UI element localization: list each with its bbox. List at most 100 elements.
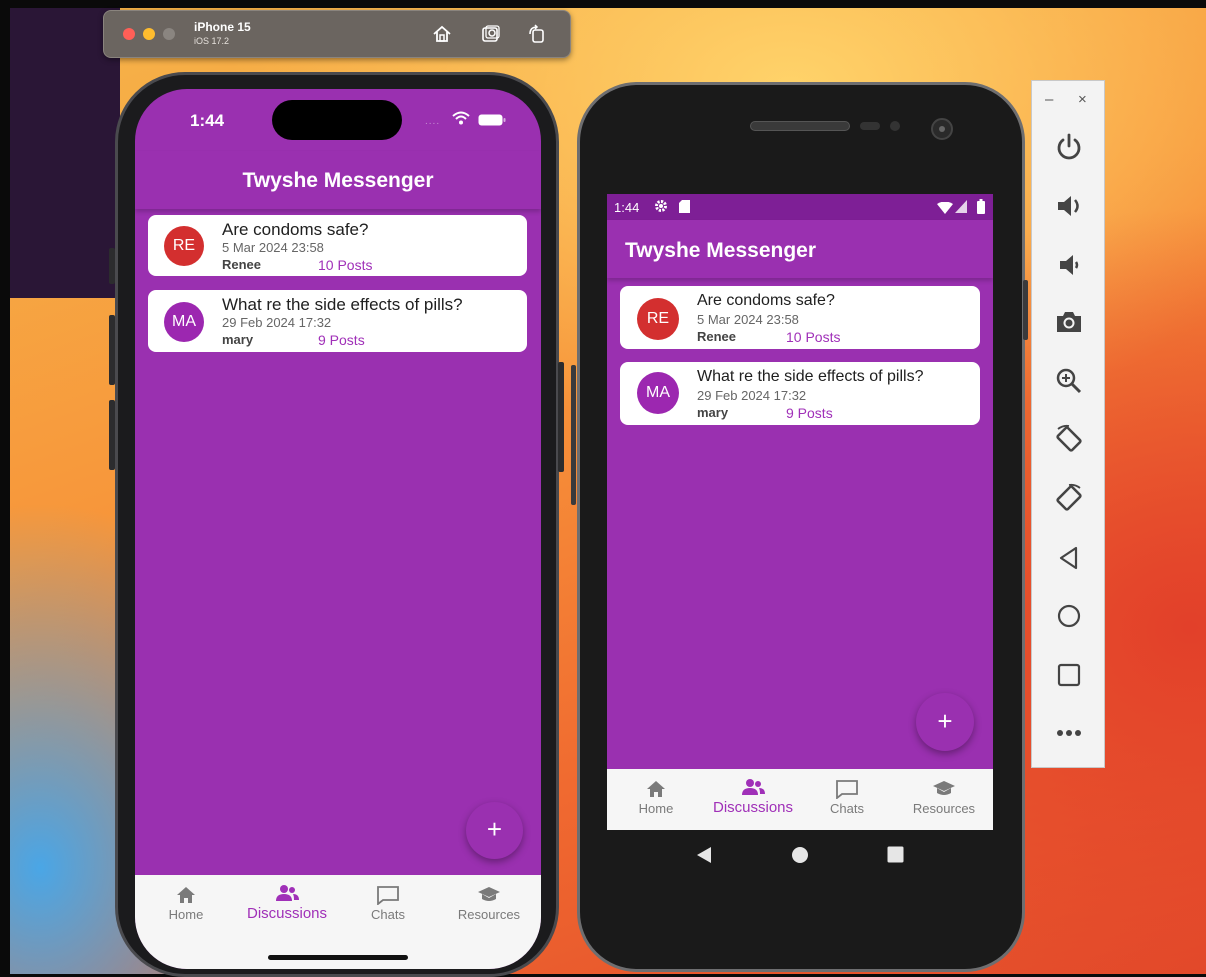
battery-icon xyxy=(478,113,506,131)
discussion-card[interactable]: RE Are condoms safe? 5 Mar 2024 23:58 Re… xyxy=(620,286,980,349)
discussion-post-count: 10 Posts xyxy=(318,257,373,273)
discussion-title: Are condoms safe? xyxy=(697,292,835,309)
people-icon xyxy=(276,885,299,901)
home-icon xyxy=(177,887,195,903)
avatar: MA xyxy=(637,372,679,414)
ios-app-screen: 1:44 .... Twyshe Messenger RE Are condom… xyxy=(135,89,541,969)
rotate-right-icon[interactable] xyxy=(1050,479,1088,517)
nav-resources-label: Resources xyxy=(457,907,521,922)
nav-chats-label: Chats xyxy=(371,907,405,922)
discussion-card[interactable]: MA What re the side effects of pills? 29… xyxy=(620,362,980,425)
discussion-card[interactable]: RE Are condoms safe? 5 Mar 2024 23:58 Re… xyxy=(148,215,527,276)
discussion-author: mary xyxy=(222,332,254,347)
rotate-left-icon[interactable] xyxy=(1050,420,1088,458)
home-icon[interactable] xyxy=(431,23,453,45)
cell-signal-icon xyxy=(955,200,967,218)
chat-bubble-icon xyxy=(836,780,858,799)
sd-card-icon xyxy=(679,200,690,218)
zoom-window-button[interactable] xyxy=(163,28,175,40)
side-power-button xyxy=(558,362,564,472)
proximity-sensor xyxy=(860,122,880,130)
app-title: Twyshe Messenger xyxy=(625,239,817,262)
battery-icon xyxy=(977,199,985,219)
new-discussion-fab[interactable]: + xyxy=(466,802,523,859)
android-status-bar: 1:44 xyxy=(607,194,993,220)
nav-discussions[interactable]: Discussions xyxy=(703,777,803,816)
new-discussion-fab[interactable]: + xyxy=(916,693,974,751)
bottom-navigation: Home Discussions Chats Resources xyxy=(135,875,541,969)
avatar: RE xyxy=(637,298,679,340)
discussion-date: 29 Feb 2024 17:32 xyxy=(697,388,807,403)
cellular-dots-icon: .... xyxy=(425,116,441,127)
nav-resources-label: Resources xyxy=(912,801,976,816)
discussion-post-count: 9 Posts xyxy=(318,332,365,348)
discussion-author: Renee xyxy=(222,257,262,272)
panel-close-button[interactable]: × xyxy=(1078,91,1087,108)
rotate-icon[interactable] xyxy=(526,23,548,45)
discussion-post-count: 10 Posts xyxy=(786,329,841,345)
nav-discussions[interactable]: Discussions xyxy=(235,883,339,922)
volume-down-side-button xyxy=(109,400,115,470)
home-circle-icon[interactable] xyxy=(1050,597,1088,635)
android-side-button xyxy=(571,365,576,505)
simulator-os-version: iOS 17.2 xyxy=(194,36,230,46)
system-home-icon[interactable] xyxy=(791,846,809,869)
simulator-device-name: iPhone 15 xyxy=(194,20,251,34)
system-back-icon[interactable] xyxy=(696,846,712,869)
app-bar: Twyshe Messenger xyxy=(135,151,541,209)
discussion-date: 5 Mar 2024 23:58 xyxy=(697,312,799,327)
discussion-title: Are condoms safe? xyxy=(222,220,369,239)
nav-home-label: Home xyxy=(168,907,204,922)
android-app-screen: 1:44 Twyshe Messenger RE Are condoms saf… xyxy=(607,194,993,830)
nav-chats[interactable]: Chats xyxy=(819,779,875,816)
chat-bubble-icon xyxy=(377,886,399,905)
volume-down-icon[interactable] xyxy=(1050,246,1088,284)
home-icon xyxy=(647,781,665,797)
status-time: 1:44 xyxy=(190,111,225,130)
zoom-in-icon[interactable] xyxy=(1050,362,1088,400)
graduation-cap-icon xyxy=(478,887,500,901)
system-overview-icon[interactable] xyxy=(887,846,904,868)
power-icon[interactable] xyxy=(1050,128,1088,166)
discussion-date: 29 Feb 2024 17:32 xyxy=(222,315,332,330)
discussion-title: What re the side effects of pills? xyxy=(222,295,463,314)
overview-icon[interactable] xyxy=(1050,656,1088,694)
emulator-control-panel: – × xyxy=(1031,80,1105,768)
more-icon[interactable] xyxy=(1050,714,1088,752)
settings-gear-icon xyxy=(654,199,668,218)
android-system-nav xyxy=(607,830,993,880)
app-title: Twyshe Messenger xyxy=(242,169,434,192)
nav-chats[interactable]: Chats xyxy=(360,885,416,922)
mute-switch xyxy=(109,248,115,284)
volume-up-icon[interactable] xyxy=(1050,187,1088,225)
screenshot-icon[interactable] xyxy=(480,23,502,45)
discussion-card[interactable]: MA What re the side effects of pills? 29… xyxy=(148,290,527,352)
minimize-window-button[interactable] xyxy=(143,28,155,40)
simulator-toolbar: iPhone 15 iOS 17.2 xyxy=(103,10,571,58)
nav-discussions-label: Discussions xyxy=(712,799,794,816)
avatar: RE xyxy=(164,226,204,266)
front-camera xyxy=(931,118,953,140)
panel-minimize-button[interactable]: – xyxy=(1045,91,1053,108)
back-icon[interactable] xyxy=(1050,539,1088,577)
android-power-button xyxy=(1023,280,1028,340)
discussion-title: What re the side effects of pills? xyxy=(697,368,924,385)
volume-up-side-button xyxy=(109,315,115,385)
light-sensor xyxy=(890,121,900,131)
nav-home-label: Home xyxy=(638,801,674,816)
discussion-author: Renee xyxy=(697,329,737,344)
app-bar: Twyshe Messenger xyxy=(607,220,993,278)
close-window-button[interactable] xyxy=(123,28,135,40)
graduation-cap-icon xyxy=(933,781,955,795)
nav-chats-label: Chats xyxy=(830,801,864,816)
nav-resources[interactable]: Resources xyxy=(908,779,980,816)
nav-resources[interactable]: Resources xyxy=(453,885,525,922)
nav-home[interactable]: Home xyxy=(156,885,216,922)
status-time: 1:44 xyxy=(614,200,640,215)
dynamic-island xyxy=(272,100,402,140)
camera-icon[interactable] xyxy=(1050,303,1088,341)
nav-home[interactable]: Home xyxy=(627,779,685,816)
home-indicator[interactable] xyxy=(268,955,408,960)
discussion-author: mary xyxy=(697,405,729,420)
bottom-navigation: Home Discussions Chats Resources xyxy=(607,769,993,830)
